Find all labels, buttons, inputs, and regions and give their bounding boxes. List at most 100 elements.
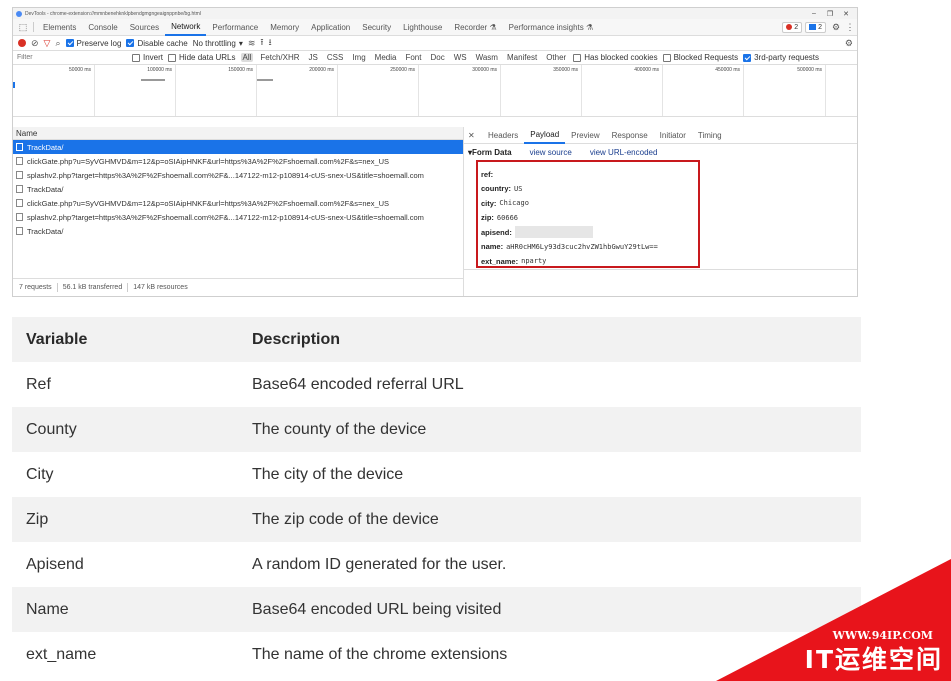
- form-data-toggle[interactable]: ▾Form Data: [468, 148, 512, 157]
- tab-network[interactable]: Network: [165, 19, 207, 36]
- column-header-variable: Variable: [26, 330, 88, 348]
- message-count: 2: [818, 23, 822, 31]
- field-key: apisend:: [481, 227, 512, 237]
- tab-performance-insights[interactable]: Performance insights ⚗: [503, 19, 600, 36]
- field-key: ref:: [481, 169, 494, 179]
- divider: [127, 283, 129, 292]
- clear-icon[interactable]: ⊘: [31, 38, 39, 49]
- disable-cache-checkbox[interactable]: Disable cache: [126, 39, 188, 48]
- filter-type-all[interactable]: All: [240, 53, 254, 62]
- request-row[interactable]: TrackData/: [13, 224, 463, 238]
- field-key: zip:: [481, 213, 494, 223]
- site-watermark: WWW.94IP.COM IT运维空间: [716, 559, 951, 681]
- network-timeline[interactable]: 50000 ms 100000 ms 150000 ms 200000 ms 2…: [13, 65, 857, 117]
- blocked-requests-checkbox[interactable]: Blocked Requests: [662, 53, 739, 62]
- message-count-badge[interactable]: 2: [805, 21, 826, 33]
- tab-elements[interactable]: Elements: [37, 19, 82, 36]
- filter-type-wasm[interactable]: Wasm: [474, 53, 500, 62]
- request-row[interactable]: clickGate.php?u=SyVGHMVD&m=12&p=oSIAipHN…: [13, 154, 463, 168]
- request-row[interactable]: splashv2.php?target=https%3A%2F%2Fshoema…: [13, 210, 463, 224]
- tab-payload[interactable]: Payload: [524, 127, 566, 144]
- tab-timing[interactable]: Timing: [692, 127, 728, 144]
- tab-response[interactable]: Response: [606, 127, 654, 144]
- devtools-window: DevTools - chrome-extension://mmnbenehkn…: [12, 7, 858, 297]
- hide-data-urls-checkbox[interactable]: Hide data URLs: [168, 53, 236, 62]
- blocked-requests-label: Blocked Requests: [673, 53, 739, 62]
- network-settings-gear-icon[interactable]: ⚙: [845, 38, 853, 49]
- divider: [56, 283, 58, 292]
- filter-type-css[interactable]: CSS: [325, 53, 345, 62]
- tab-security[interactable]: Security: [356, 19, 397, 36]
- maximize-button[interactable]: ❐: [822, 10, 838, 18]
- request-row[interactable]: TrackData/: [13, 182, 463, 196]
- minimize-button[interactable]: –: [806, 10, 822, 17]
- form-field-country: country: US: [481, 182, 698, 197]
- search-icon[interactable]: ⌕: [55, 38, 60, 49]
- request-detail-pane: ✕ Headers Payload Preview Response Initi…: [464, 127, 857, 296]
- filter-type-doc[interactable]: Doc: [428, 53, 446, 62]
- filter-type-js[interactable]: JS: [307, 53, 320, 62]
- document-icon: [16, 227, 23, 235]
- filter-type-fetch-xhr[interactable]: Fetch/XHR: [258, 53, 301, 62]
- tab-console[interactable]: Console: [82, 19, 123, 36]
- document-icon: [16, 143, 23, 151]
- request-row[interactable]: TrackData/: [13, 140, 463, 154]
- tab-recorder[interactable]: Recorder ⚗: [448, 19, 502, 36]
- close-button[interactable]: ✕: [838, 10, 854, 18]
- variable-cell: County: [26, 420, 77, 438]
- request-row[interactable]: clickGate.php?u=SyVGHMVD&m=12&p=oSIAipHN…: [13, 196, 463, 210]
- form-field-apisend: apisend:: [481, 225, 698, 240]
- variable-cell: Apisend: [26, 555, 84, 573]
- request-name: TrackData/: [27, 184, 64, 194]
- variable-cell: Ref: [26, 375, 51, 393]
- tab-performance[interactable]: Performance: [206, 19, 264, 36]
- name-column-header[interactable]: Name: [13, 127, 463, 140]
- settings-gear-icon[interactable]: ⚙: [829, 22, 843, 33]
- request-row[interactable]: splashv2.php?target=https%3A%2F%2Fshoema…: [13, 168, 463, 182]
- more-options-icon[interactable]: ⋮: [843, 22, 857, 33]
- timeline-request-bar: [141, 79, 165, 81]
- view-url-encoded-link[interactable]: view URL-encoded: [590, 148, 658, 157]
- filter-type-media[interactable]: Media: [373, 53, 399, 62]
- network-conditions-icon[interactable]: ≋: [248, 38, 256, 49]
- timeline-tick: 450000 ms: [663, 65, 744, 116]
- filter-input[interactable]: [17, 52, 127, 63]
- divider: [464, 269, 857, 270]
- tab-application[interactable]: Application: [305, 19, 356, 36]
- tab-headers[interactable]: Headers: [482, 127, 524, 144]
- filter-type-img[interactable]: Img: [350, 53, 367, 62]
- preserve-log-label: Preserve log: [76, 38, 122, 48]
- error-count-badge[interactable]: 2: [782, 21, 803, 33]
- view-source-link[interactable]: view source: [530, 148, 572, 157]
- document-icon: [16, 185, 23, 193]
- filter-type-font[interactable]: Font: [403, 53, 423, 62]
- inspect-element-icon[interactable]: ⬚: [16, 22, 30, 33]
- document-icon: [16, 213, 23, 221]
- filter-type-other[interactable]: Other: [544, 53, 568, 62]
- tab-sources[interactable]: Sources: [124, 19, 165, 36]
- throttling-select[interactable]: No throttling ▾: [193, 39, 243, 48]
- close-detail-icon[interactable]: ✕: [468, 131, 482, 140]
- invert-checkbox[interactable]: Invert: [132, 53, 163, 62]
- filter-type-manifest[interactable]: Manifest: [505, 53, 539, 62]
- export-har-icon[interactable]: ⭳: [269, 35, 272, 51]
- divider: [33, 22, 34, 32]
- field-value: Chicago: [499, 199, 529, 208]
- field-value: aHR0cHM6Ly93d3cuc2hvZW1hbGwuY29tLw==: [506, 242, 658, 251]
- tab-preview[interactable]: Preview: [565, 127, 605, 144]
- table-row: Ref Base64 encoded referral URL: [12, 362, 861, 407]
- table-row: City The city of the device: [12, 452, 861, 497]
- third-party-requests-checkbox[interactable]: 3rd-party requests: [743, 53, 819, 62]
- has-blocked-cookies-checkbox[interactable]: Has blocked cookies: [573, 53, 658, 62]
- import-har-icon[interactable]: ⭱: [260, 35, 263, 51]
- filter-type-ws[interactable]: WS: [452, 53, 469, 62]
- variable-cell: ext_name: [26, 645, 97, 663]
- tab-lighthouse[interactable]: Lighthouse: [397, 19, 448, 36]
- filter-icon[interactable]: ▽: [44, 38, 51, 49]
- preserve-log-checkbox[interactable]: Preserve log: [65, 38, 122, 48]
- transferred-size: 56.1 kB transferred: [62, 284, 123, 291]
- record-icon[interactable]: [18, 39, 26, 47]
- tab-memory[interactable]: Memory: [264, 19, 305, 36]
- tab-initiator[interactable]: Initiator: [654, 127, 692, 144]
- timeline-tick: 300000 ms: [419, 65, 501, 116]
